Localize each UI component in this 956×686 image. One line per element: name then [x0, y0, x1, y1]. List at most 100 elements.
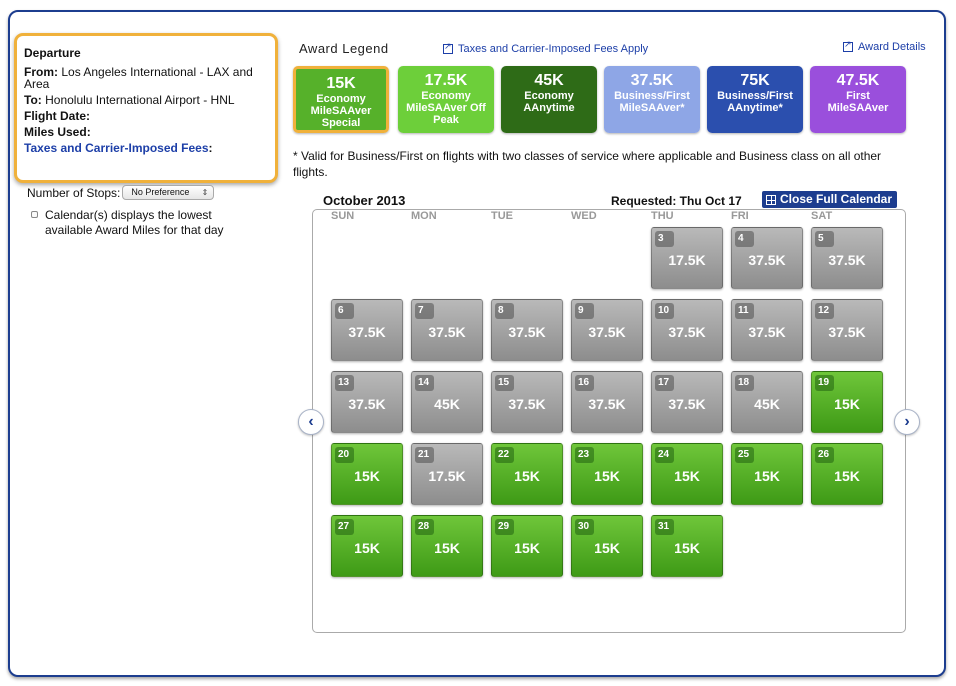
legend-item[interactable]: 17.5K Economy MileSAAver Off Peak: [398, 66, 494, 133]
calendar-day-cell[interactable]: 10 37.5K: [651, 299, 723, 361]
legend-note: * Valid for Business/First on flights wi…: [293, 149, 882, 179]
day-miles: 37.5K: [748, 252, 786, 268]
calendar-day-cell[interactable]: 16 37.5K: [571, 371, 643, 433]
day-number: 13: [335, 375, 354, 391]
legend-miles: 47.5K: [836, 72, 880, 89]
legend-item[interactable]: 15K Economy MileSAAver Special: [293, 66, 389, 133]
calendar-day-cell[interactable]: 21 17.5K: [411, 443, 483, 505]
day-miles: 15K: [834, 468, 860, 484]
checkbox-icon[interactable]: [31, 211, 38, 218]
legend-line3: Special: [321, 117, 361, 129]
legend-title: Award Legend: [299, 41, 389, 56]
day-miles: 37.5K: [588, 324, 626, 340]
calendar-day-cell[interactable]: 7 37.5K: [411, 299, 483, 361]
calendar-day-cell[interactable]: 19 15K: [811, 371, 883, 433]
close-calendar-button[interactable]: Close Full Calendar: [762, 191, 897, 208]
calendar-day-cell[interactable]: 12 37.5K: [811, 299, 883, 361]
weekday-header: SUN: [331, 210, 355, 222]
calendar-lowest-text: Calendar(s) displays the lowest availabl…: [45, 208, 224, 237]
calendar-day-cell[interactable]: 31 15K: [651, 515, 723, 577]
weekday-header: SAT: [811, 210, 833, 222]
calendar-day-cell[interactable]: 18 45K: [731, 371, 803, 433]
calendar-month: October 2013: [323, 193, 406, 208]
calendar-day-cell[interactable]: 15 37.5K: [491, 371, 563, 433]
calendar-day-cell[interactable]: 8 37.5K: [491, 299, 563, 361]
calendar-day-cell[interactable]: 24 15K: [651, 443, 723, 505]
summary-flight-date: Flight Date:: [24, 110, 268, 122]
day-miles: 15K: [354, 540, 380, 556]
legend-line1: Business/First: [717, 90, 793, 102]
summary-to: To: Honolulu International Airport - HNL: [24, 94, 268, 106]
legend-item[interactable]: 75K Business/First AAnytime*: [707, 66, 803, 133]
fees-link[interactable]: Taxes and Carrier-Imposed Fees: [24, 141, 209, 155]
calendar-day-cell[interactable]: 25 15K: [731, 443, 803, 505]
day-miles: 15K: [514, 540, 540, 556]
calendar-day-cell[interactable]: 9 37.5K: [571, 299, 643, 361]
legend-line1: First: [846, 90, 870, 102]
day-number: 20: [335, 447, 354, 463]
calendar-day-cell[interactable]: 13 37.5K: [331, 371, 403, 433]
calendar-day-cell[interactable]: 27 15K: [331, 515, 403, 577]
calendar-day-cell[interactable]: 20 15K: [331, 443, 403, 505]
calendar-day-cell[interactable]: 11 37.5K: [731, 299, 803, 361]
external-link-icon: [443, 41, 453, 54]
calendar-icon: [766, 194, 776, 205]
previous-month-button[interactable]: ‹: [298, 409, 324, 435]
weekday-header: MON: [411, 210, 437, 222]
calendar-day-cell[interactable]: 14 45K: [411, 371, 483, 433]
calendar-day-cell[interactable]: 28 15K: [411, 515, 483, 577]
stops-select[interactable]: No Preference ⇕: [122, 185, 215, 200]
day-number: 15: [495, 375, 514, 391]
day-miles: 37.5K: [828, 324, 866, 340]
calendar-day-cell[interactable]: 3 17.5K: [651, 227, 723, 289]
day-number: 14: [415, 375, 434, 391]
day-miles: 15K: [434, 540, 460, 556]
calendar-day-cell[interactable]: 23 15K: [571, 443, 643, 505]
calendar-day-cell[interactable]: 4 37.5K: [731, 227, 803, 289]
legend-miles: 15K: [326, 75, 356, 92]
legend-line1: Business/First: [614, 90, 690, 102]
award-details-link[interactable]: Award Details: [843, 39, 926, 53]
day-miles: 37.5K: [508, 396, 546, 412]
legend-item[interactable]: 37.5K Business/First MileSAAver*: [604, 66, 700, 133]
day-number: 29: [495, 519, 514, 535]
legend-miles: 17.5K: [424, 72, 468, 89]
legend-item[interactable]: 45K Economy AAnytime: [501, 66, 597, 133]
chevron-left-icon: ‹: [308, 413, 314, 430]
legend-line3: Peak: [433, 114, 459, 126]
day-miles: 37.5K: [828, 252, 866, 268]
to-value: Honolulu International Airport - HNL: [45, 93, 235, 107]
day-number: 21: [415, 447, 434, 463]
calendar-day-cell[interactable]: 17 37.5K: [651, 371, 723, 433]
flight-date-label: Flight Date:: [24, 109, 90, 123]
day-number: 8: [495, 303, 514, 319]
calendar-day-cell[interactable]: 30 15K: [571, 515, 643, 577]
stops-selected: No Preference: [131, 187, 190, 197]
weekday-header: WED: [571, 210, 597, 222]
summary-fees: Taxes and Carrier-Imposed Fees:: [24, 142, 268, 154]
day-miles: 17.5K: [428, 468, 466, 484]
summary-title: Departure: [24, 46, 81, 60]
day-miles: 15K: [594, 540, 620, 556]
calendar-day-cell[interactable]: 5 37.5K: [811, 227, 883, 289]
next-month-button[interactable]: ›: [894, 409, 920, 435]
calendar-day-cell[interactable]: 29 15K: [491, 515, 563, 577]
day-miles: 37.5K: [508, 324, 546, 340]
calendar-day-cell[interactable]: 26 15K: [811, 443, 883, 505]
legend-line1: Economy: [524, 90, 574, 102]
calendar-day-cell[interactable]: 22 15K: [491, 443, 563, 505]
day-number: 6: [335, 303, 354, 319]
to-label: To:: [24, 93, 42, 107]
calendar-lowest-option[interactable]: Calendar(s) displays the lowest availabl…: [31, 208, 251, 238]
fees-apply-link[interactable]: Taxes and Carrier-Imposed Fees Apply: [443, 41, 648, 55]
legend-miles: 75K: [740, 72, 770, 89]
legend-line2: MileSAAver: [827, 102, 889, 114]
legend-line1: Economy: [421, 90, 471, 102]
miles-used-label: Miles Used:: [24, 125, 91, 139]
day-number: 16: [575, 375, 594, 391]
day-number: 7: [415, 303, 434, 319]
legend-item[interactable]: 47.5K First MileSAAver: [810, 66, 906, 133]
day-number: 4: [735, 231, 754, 247]
day-number: 5: [815, 231, 834, 247]
calendar-day-cell[interactable]: 6 37.5K: [331, 299, 403, 361]
